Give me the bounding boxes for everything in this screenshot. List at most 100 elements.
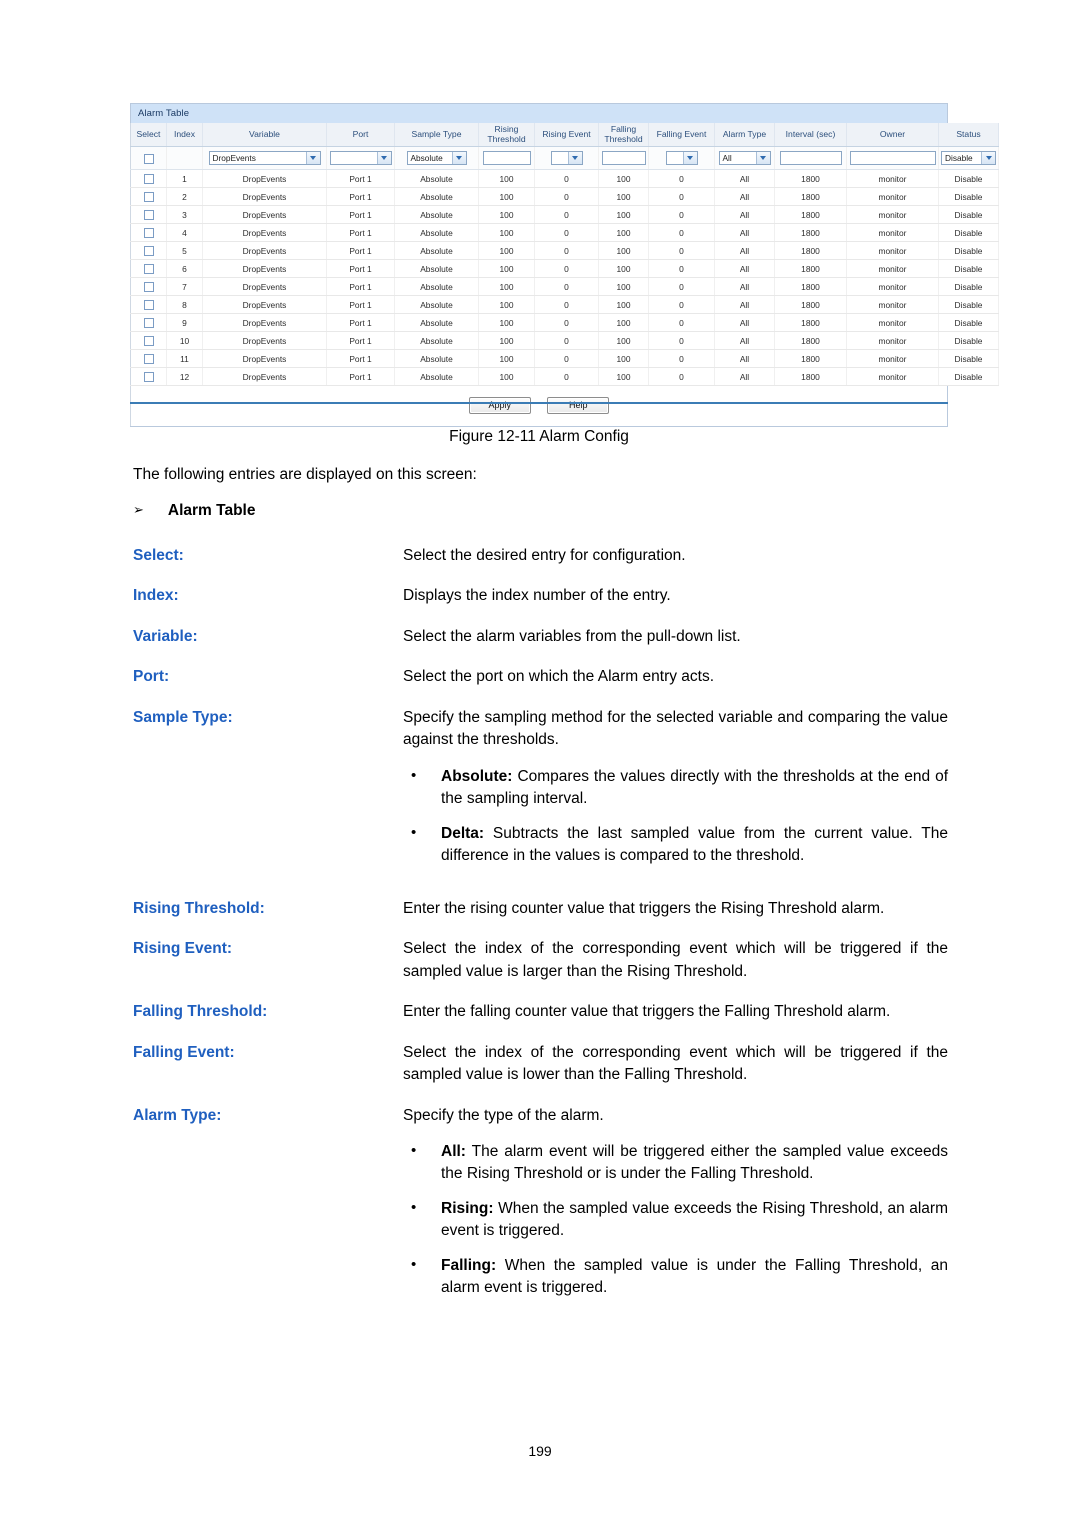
definition-falling-event: Falling Event: Select the index of the c…: [133, 1042, 948, 1087]
cell-variable: DropEvents: [202, 241, 327, 261]
cell-port: Port 1: [326, 169, 395, 189]
cell-falling-event: 0: [648, 169, 715, 189]
new-entry-input-row: DropEvents Absolute All Disable: [130, 146, 999, 171]
row-checkbox[interactable]: [143, 282, 154, 293]
falling-threshold-input[interactable]: [601, 151, 646, 166]
bullet-item: Delta: Subtracts the last sampled value …: [403, 822, 948, 868]
definition-list: Select: Select the desired entry for con…: [133, 545, 948, 1330]
table-row[interactable]: 10 DropEvents Port 1 Absolute 100 0 100 0 All 180…: [130, 331, 999, 351]
cell-alarm-type: All: [714, 367, 775, 387]
row-checkbox[interactable]: [143, 300, 154, 311]
cell-port: Port 1: [326, 295, 395, 315]
row-checkbox[interactable]: [143, 318, 154, 329]
cell-index: 8: [166, 295, 203, 315]
status-dropdown[interactable]: Disable: [941, 151, 996, 166]
row-checkbox[interactable]: [143, 336, 154, 347]
table-row[interactable]: 6 DropEvents Port 1 Absolute 100 0 100 0 All 1800…: [130, 259, 999, 279]
row-checkbox[interactable]: [143, 210, 154, 221]
cell-rising-threshold: 100: [478, 277, 535, 297]
table-row[interactable]: 3 DropEvents Port 1 Absolute 100 0 100 0 All 1800…: [130, 205, 999, 225]
row-checkbox[interactable]: [143, 228, 154, 239]
bullet-label: Absolute:: [441, 767, 513, 785]
cell-falling-threshold: 100: [598, 277, 649, 297]
section-heading-label: Alarm Table: [167, 502, 256, 519]
definition-text: Displays the index number of the entry.: [403, 587, 671, 605]
column-header-select: Select: [130, 123, 167, 148]
chevron-down-icon: [376, 152, 391, 165]
chevron-down-icon: [451, 152, 466, 165]
bullet-text: Subtracts the last sampled value from th…: [441, 824, 948, 865]
select-all-checkbox[interactable]: [143, 153, 154, 164]
definition-bullet-list: Absolute: Compares the values directly w…: [403, 765, 948, 868]
cell-rising-threshold: 100: [478, 313, 535, 333]
table-row[interactable]: 12 DropEvents Port 1 Absolute 100 0 100 0 All 180…: [130, 367, 999, 387]
cell-rising-threshold: 100: [478, 331, 535, 351]
column-header-index: Index: [166, 123, 203, 148]
definition-term: Select:: [133, 547, 184, 564]
select-all-cell: [130, 146, 167, 171]
bullet-text: The alarm event will be triggered either…: [441, 1142, 948, 1183]
cell-sample-type: Absolute: [394, 295, 479, 315]
cell-owner: monitor: [846, 241, 939, 261]
table-row[interactable]: 2 DropEvents Port 1 Absolute 100 0 100 0 All 1800…: [130, 187, 999, 207]
row-checkbox[interactable]: [143, 192, 154, 203]
cell-variable: DropEvents: [202, 223, 327, 243]
row-select-cell: [130, 331, 167, 351]
cell-rising-event: 0: [534, 313, 599, 333]
table-row[interactable]: 9 DropEvents Port 1 Absolute 100 0 100 0 All 1800…: [130, 313, 999, 333]
sample-type-dropdown[interactable]: Absolute: [406, 151, 467, 166]
cell-status: Disable: [938, 187, 999, 207]
cell-alarm-type: All: [714, 223, 775, 243]
bullet-item: Rising: When the sampled value exceeds t…: [403, 1197, 948, 1243]
port-dropdown[interactable]: [329, 151, 392, 166]
help-button[interactable]: Help: [547, 397, 610, 415]
cell-port: Port 1: [326, 367, 395, 387]
row-checkbox[interactable]: [143, 264, 154, 275]
table-row[interactable]: 5 DropEvents Port 1 Absolute 100 0 100 0 All 1800…: [130, 241, 999, 261]
row-checkbox[interactable]: [143, 246, 154, 257]
cell-interval: 1800: [774, 205, 847, 225]
alarm-type-dropdown[interactable]: All: [718, 151, 771, 166]
rising-event-dropdown[interactable]: [550, 151, 583, 166]
definition-term: Rising Event:: [133, 940, 233, 958]
table-row[interactable]: 8 DropEvents Port 1 Absolute 100 0 100 0 All 1800…: [130, 295, 999, 315]
table-row[interactable]: 11 DropEvents Port 1 Absolute 100 0 100 0 All 180…: [130, 349, 999, 369]
definition-variable: Variable: Select the alarm variables fro…: [133, 626, 948, 648]
definition-sample-type: Sample Type: Specify the sampling method…: [133, 707, 948, 880]
interval-input-cell: [774, 146, 847, 171]
cell-sample-type: Absolute: [394, 313, 479, 333]
cell-alarm-type: All: [714, 205, 775, 225]
definition-port: Port: Select the port on which the Alarm…: [133, 666, 948, 688]
cell-variable: DropEvents: [202, 367, 327, 387]
table-row[interactable]: 4 DropEvents Port 1 Absolute 100 0 100 0 All 1800…: [130, 223, 999, 243]
cell-falling-event: 0: [648, 241, 715, 261]
variable-dropdown[interactable]: DropEvents: [208, 151, 321, 166]
apply-button[interactable]: Apply: [468, 397, 531, 415]
cell-port: Port 1: [326, 331, 395, 351]
table-row[interactable]: 1 DropEvents Port 1 Absolute 100 0 100 0 All 1800…: [130, 169, 999, 189]
cell-variable: DropEvents: [202, 187, 327, 207]
falling-event-dropdown[interactable]: [665, 151, 698, 166]
cell-falling-event: 0: [648, 349, 715, 369]
cell-port: Port 1: [326, 241, 395, 261]
row-checkbox[interactable]: [143, 174, 154, 185]
row-checkbox[interactable]: [143, 354, 154, 365]
alarm-table: Select Index Variable Port Sample Type R…: [130, 123, 999, 387]
cell-interval: 1800: [774, 349, 847, 369]
bullet-item: Falling: When the sampled value is under…: [403, 1254, 948, 1300]
owner-input[interactable]: [849, 151, 936, 166]
cell-status: Disable: [938, 259, 999, 279]
table-row[interactable]: 7 DropEvents Port 1 Absolute 100 0 100 0 All 1800…: [130, 277, 999, 297]
cell-owner: monitor: [846, 349, 939, 369]
cell-rising-event: 0: [534, 277, 599, 297]
row-checkbox[interactable]: [143, 372, 154, 383]
cell-sample-type: Absolute: [394, 187, 479, 207]
rising-threshold-input[interactable]: [482, 151, 531, 166]
interval-input[interactable]: [779, 151, 842, 166]
column-header-falling-threshold: Falling Threshold: [598, 123, 649, 148]
cell-sample-type: Absolute: [394, 367, 479, 387]
cell-interval: 1800: [774, 259, 847, 279]
cell-owner: monitor: [846, 223, 939, 243]
definition-term: Port:: [133, 668, 170, 686]
cell-owner: monitor: [846, 295, 939, 315]
